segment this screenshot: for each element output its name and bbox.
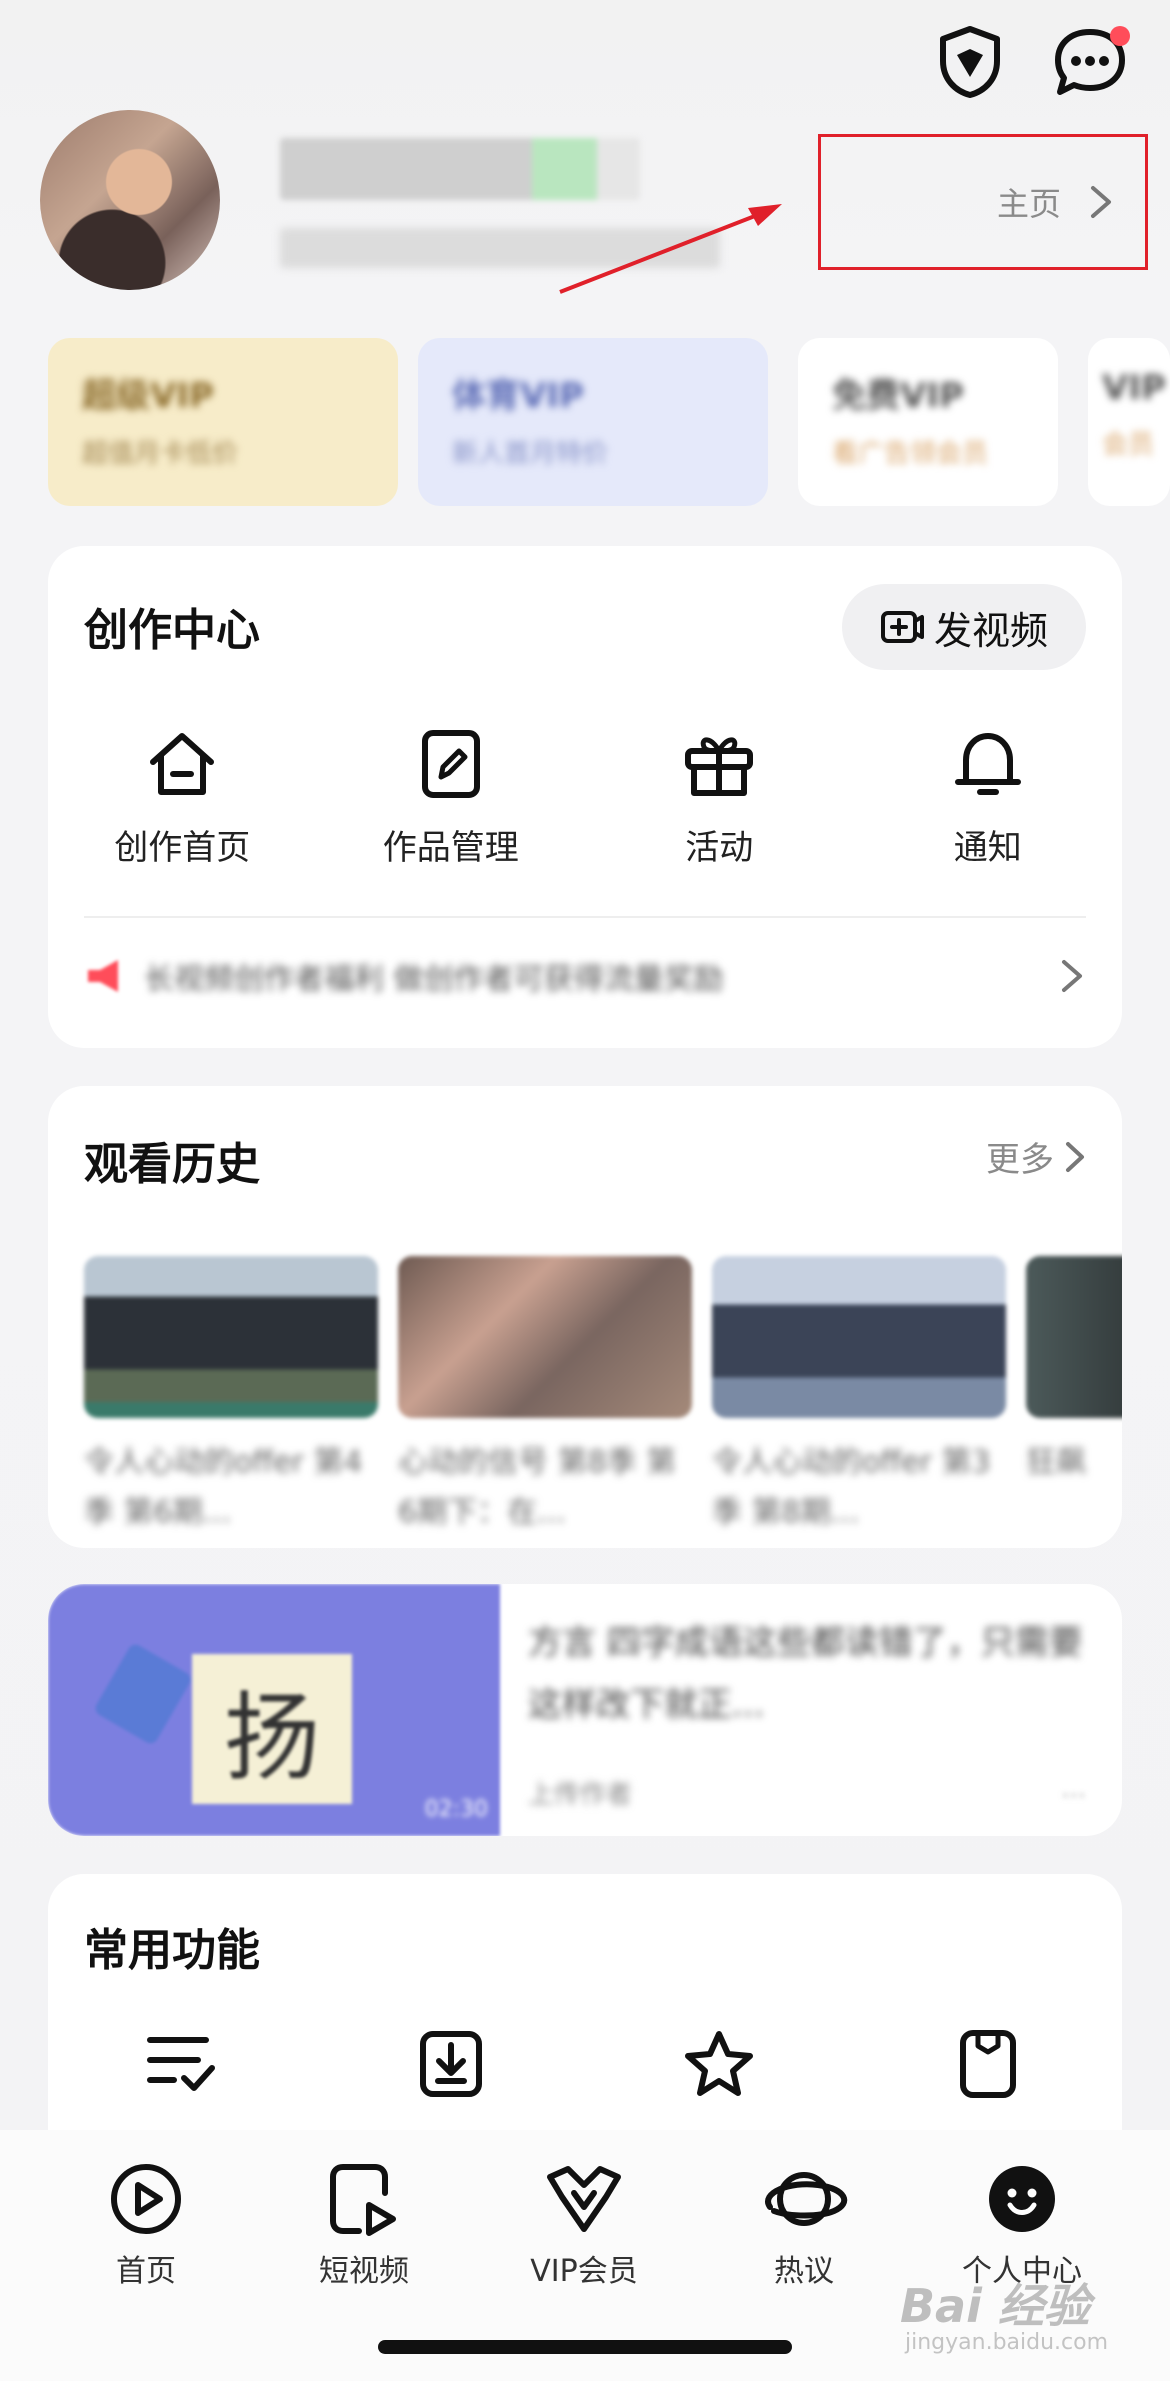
- list-check-icon: [142, 2024, 222, 2104]
- common-functions-panel: 常用功能: [48, 1874, 1122, 2174]
- history-thumbnail: [712, 1256, 1006, 1418]
- tab-label: 首页: [116, 2254, 176, 2289]
- more-history-link[interactable]: 更多: [986, 1132, 1086, 1181]
- vip-card-title: 体育VIP: [452, 376, 584, 416]
- vip-card-free[interactable]: 免费VIP 看广告领会员: [798, 338, 1058, 506]
- home-page-label: 主页: [996, 185, 1061, 223]
- creation-item-label: 通知: [953, 828, 1022, 868]
- video-author: 上传作者: [528, 1780, 633, 1810]
- activities-item[interactable]: 活动: [585, 724, 854, 869]
- divider: [84, 916, 1086, 918]
- download-icon: [411, 2024, 491, 2104]
- tab-home[interactable]: 首页: [46, 2154, 246, 2290]
- history-thumbnail: [1026, 1256, 1122, 1418]
- chevron-right-icon: [1091, 186, 1111, 218]
- history-thumbnail: [398, 1256, 692, 1418]
- tab-label: VIP会员: [530, 2254, 638, 2289]
- favorites-item[interactable]: [585, 2024, 854, 2104]
- video-duration: 02:30: [424, 1797, 488, 1822]
- vip-card-more[interactable]: VIP 会员: [1088, 338, 1170, 506]
- video-thumbnail: 扬 02:30: [48, 1584, 500, 1836]
- edit-icon: [411, 724, 491, 804]
- tab-discussion[interactable]: 热议: [704, 2154, 904, 2290]
- history-caption: 心动的信号 第8季 第6期下：在...: [398, 1445, 677, 1530]
- creation-item-label: 作品管理: [382, 828, 519, 868]
- creator-notice-text: 长视频创作者福利 做创作者可获得流量奖励: [144, 962, 724, 997]
- more-label: 更多: [986, 1140, 1054, 1180]
- upload-video-button[interactable]: 发视频: [842, 584, 1086, 670]
- vip-card-sports[interactable]: 体育VIP 新人首月特价: [418, 338, 768, 506]
- creation-center-panel: 创作中心 发视频 创作首页 作品管理 活动 通知 长视频创作者福利 做创作者可获…: [48, 546, 1122, 1048]
- creation-item-label: 创作首页: [114, 828, 251, 868]
- profile-face-icon: [977, 2154, 1067, 2244]
- shield-button[interactable]: [930, 22, 1010, 102]
- history-item[interactable]: 令人心动的offer 第3季 第8期...: [712, 1256, 1006, 1538]
- vip-crown-icon: [539, 2154, 629, 2244]
- thumbnail-character: 扬: [192, 1654, 352, 1804]
- vip-card-subtitle: 会员: [1102, 430, 1155, 460]
- vip-card-title: VIP: [1102, 368, 1166, 408]
- bookmark-icon: [948, 2024, 1028, 2104]
- watermark: Bai 经验: [900, 2279, 1090, 2333]
- chevron-right-icon: [1066, 1141, 1084, 1172]
- home-indicator[interactable]: [378, 2340, 792, 2354]
- vip-card-subtitle: 看广告领会员: [832, 439, 989, 469]
- chevron-right-icon: [1062, 960, 1082, 992]
- play-icon: [101, 2154, 191, 2244]
- creation-item-label: 活动: [685, 828, 754, 868]
- creation-home-item[interactable]: 创作首页: [48, 724, 317, 869]
- video-title: 方言 四字成语这些都读错了，只需要这样改下就正...: [528, 1623, 1083, 1725]
- tab-label: 短视频: [319, 2254, 409, 2289]
- history-thumbnail: [84, 1256, 378, 1418]
- history-caption: 狂飙: [1026, 1445, 1086, 1480]
- downloads-item[interactable]: [317, 2024, 586, 2104]
- home-icon: [142, 724, 222, 804]
- thumbnail-figure: [92, 1641, 194, 1747]
- creator-notice[interactable]: 长视频创作者福利 做创作者可获得流量奖励: [84, 954, 1084, 998]
- bell-icon: [948, 724, 1028, 804]
- tab-label: 热议: [774, 2254, 834, 2289]
- watermark-url: jingyan.baidu.com: [905, 2330, 1109, 2355]
- gift-icon: [679, 724, 759, 804]
- tab-vip[interactable]: VIP会员: [484, 2154, 684, 2290]
- vip-card-subtitle: 新人首月特价: [452, 439, 609, 469]
- video-more[interactable]: ...: [1061, 1774, 1086, 1804]
- user-meta-blurred: [280, 228, 720, 268]
- history-item[interactable]: 心动的信号 第8季 第6期下：在...: [398, 1256, 692, 1538]
- history-item[interactable]: 狂飙: [1026, 1256, 1122, 1538]
- messages-button[interactable]: [1050, 22, 1130, 102]
- saved-item[interactable]: [854, 2024, 1123, 2104]
- shield-icon: [940, 26, 1000, 98]
- recommended-video-card[interactable]: 扬 02:30 方言 四字成语这些都读错了，只需要这样改下就正... 上传作者 …: [48, 1584, 1122, 1836]
- megaphone-icon: [88, 960, 118, 992]
- vip-card-title: 超级VIP: [82, 376, 214, 416]
- username-blurred: [280, 138, 640, 200]
- watch-history-title: 观看历史: [84, 1139, 260, 1190]
- home-page-link[interactable]: 主页: [818, 134, 1148, 270]
- history-caption: 令人心动的offer 第3季 第8期...: [712, 1445, 991, 1530]
- video-add-icon: [880, 611, 924, 643]
- works-management-item[interactable]: 作品管理: [317, 724, 586, 869]
- creation-center-title: 创作中心: [84, 605, 260, 656]
- vip-card-super[interactable]: 超级VIP 超值月卡低价: [48, 338, 398, 506]
- avatar[interactable]: [40, 110, 220, 290]
- tab-short-video[interactable]: 短视频: [264, 2154, 464, 2290]
- unread-badge: [1110, 26, 1130, 46]
- watch-history-panel: 观看历史 更多 令人心动的offer 第4季 第6期... 心动的信号 第8季 …: [48, 1086, 1122, 1548]
- vip-card-subtitle: 超值月卡低价: [82, 439, 239, 469]
- upload-video-label: 发视频: [933, 608, 1048, 653]
- star-icon: [679, 2024, 759, 2104]
- history-caption: 令人心动的offer 第4季 第6期...: [84, 1445, 363, 1530]
- common-functions-title: 常用功能: [84, 1925, 260, 1976]
- playlist-item[interactable]: [48, 2024, 317, 2104]
- history-item[interactable]: 令人心动的offer 第4季 第6期...: [84, 1256, 378, 1538]
- vip-card-title: 免费VIP: [832, 376, 964, 416]
- notifications-item[interactable]: 通知: [854, 724, 1123, 869]
- short-video-icon: [319, 2154, 409, 2244]
- planet-icon: [759, 2154, 849, 2244]
